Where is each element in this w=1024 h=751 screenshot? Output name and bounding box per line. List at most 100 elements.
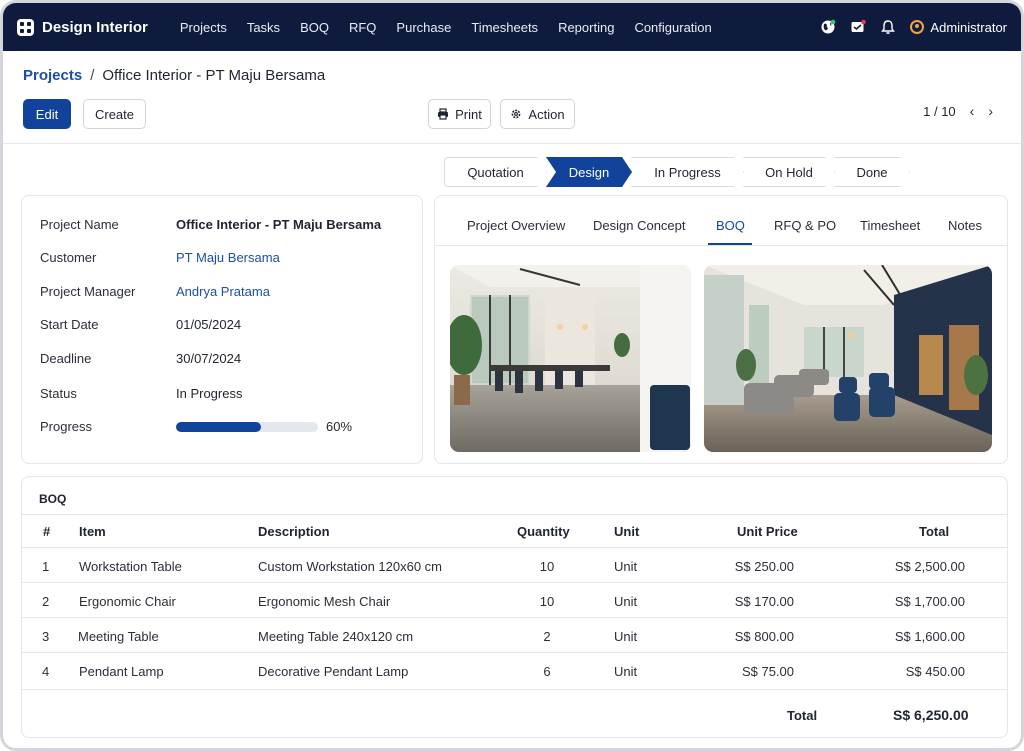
column-header-unit-price: Unit Price [737,524,798,539]
cell-unit-price: S$ 800.00 [734,629,794,644]
action-button-label: Action [528,106,565,122]
project-manager-link[interactable]: Andrya Pratama [176,284,270,299]
breadcrumb-current: Office Interior - PT Maju Bersama [102,67,326,84]
active-tab-indicator [708,243,752,245]
breadcrumb-projects[interactable]: Projects [23,67,82,84]
create-button-label: Create [94,106,135,122]
grid-logo-icon [17,18,34,36]
toolbar-divider [3,143,1021,144]
cell-unit: Unit [614,559,638,574]
design-image-open-office[interactable] [450,265,691,452]
tab-timesheet[interactable]: Timesheet [860,218,920,233]
table-divider [22,652,1007,653]
cell-total: S$ 1,700.00 [894,594,965,609]
column-header-total: Total [919,524,950,539]
stage-in-progress[interactable]: In Progress [631,157,744,187]
project-info-card: Project Name Office Interior - PT Maju B… [21,195,423,464]
column-header-item: Item [79,524,106,539]
cell-unit-price: S$ 250.00 [734,559,794,574]
progress-bar [176,422,318,432]
gear-icon [512,109,521,119]
cell-total: S$ 1,600.00 [894,629,965,644]
brand[interactable]: Design Interior [17,18,148,36]
cell-unit-price: S$ 75.00 [741,664,794,679]
cell-total: S$ 450.00 [905,664,965,679]
menu-item-timesheets[interactable]: Timesheets [461,20,548,35]
cell-item: Meeting Table [78,629,159,644]
tab-design-concept[interactable]: Design Concept [593,218,686,233]
customer-link[interactable]: PT Maju Bersama [176,250,280,265]
table-divider [22,582,1007,583]
menu-item-configuration[interactable]: Configuration [624,20,721,35]
stage-on-hold[interactable]: On Hold [743,157,835,187]
boq-table-card: BOQ # Item Description Quantity Unit Uni… [21,476,1008,738]
stage-design[interactable]: Design [546,157,632,187]
cell-unit-price: S$ 170.00 [734,594,794,609]
bell-icon[interactable] [880,19,896,35]
design-image-lounge[interactable] [704,265,992,452]
main-menu: Projects Tasks BOQ RFQ Purchase Timeshee… [170,20,722,35]
menu-item-tasks[interactable]: Tasks [237,20,290,35]
status-value: In Progress [176,386,243,401]
cell-quantity: 2 [543,629,551,644]
column-header-description: Description [258,524,330,539]
cell-number: 4 [42,664,50,679]
stage-quotation[interactable]: Quotation [444,157,547,187]
stage-pipeline: Quotation Design In Progress On Hold Don… [445,157,910,187]
field-progress: Progress 60% [40,419,352,434]
user-menu[interactable]: Administrator [910,20,1007,35]
tab-notes[interactable]: Notes [948,218,982,233]
tab-boq[interactable]: BOQ [716,218,745,233]
chevron-right-icon[interactable]: › [988,103,993,119]
cell-unit: Unit [614,664,638,679]
table-divider [22,547,1007,548]
cell-total: S$ 2,500.00 [894,559,965,574]
table-divider [22,617,1007,618]
tab-project-overview[interactable]: Project Overview [467,218,565,233]
edit-button[interactable]: Edit [23,99,71,129]
cell-item: Pendant Lamp [79,664,164,679]
project-name-value: Office Interior - PT Maju Bersama [176,217,382,232]
deadline-value: 30/07/2024 [176,351,242,366]
design-image-open-office-graphic [450,265,691,452]
cell-description: Decorative Pendant Lamp [258,664,409,679]
table-divider [22,514,1007,515]
field-label: Deadline [40,351,92,366]
menu-item-purchase[interactable]: Purchase [386,20,461,35]
column-header-unit: Unit [614,524,640,539]
field-deadline: Deadline 30/07/2024 [40,351,241,366]
field-label: Project Manager [40,284,136,299]
field-customer: Customer PT Maju Bersama [40,250,280,265]
field-label: Project Name [40,217,119,232]
column-header-number: # [43,524,51,539]
menu-item-boq[interactable]: BOQ [290,20,339,35]
tab-rfq-po[interactable]: RFQ & PO [774,218,836,233]
globe-icon[interactable] [820,19,836,35]
field-label: Start Date [40,317,99,332]
cell-description: Custom Workstation 120x60 cm [258,559,442,574]
field-project-manager: Project Manager Andrya Pratama [40,284,270,299]
app-title: Design Interior [42,18,148,36]
print-button[interactable]: Print [428,99,491,129]
progress-percent: 60% [326,419,353,434]
user-name: Administrator [930,19,1007,35]
cell-item: Workstation Table [79,559,182,574]
detail-panel: Project Overview Design Concept BOQ RFQ … [434,195,1008,464]
start-date-value: 01/05/2024 [176,317,242,332]
menu-item-rfq[interactable]: RFQ [339,20,386,35]
cell-quantity: 6 [543,664,551,679]
chevron-left-icon[interactable]: ‹ [970,103,975,119]
menu-item-reporting[interactable]: Reporting [548,20,624,35]
table-divider [22,689,1007,690]
cell-description: Ergonomic Mesh Chair [258,594,391,609]
boq-section-title: BOQ [39,492,67,506]
tab-bar: Project Overview Design Concept BOQ RFQ … [435,208,1007,246]
grand-total-value: S$ 6,250.00 [893,707,969,723]
stage-done[interactable]: Done [834,157,910,187]
action-button[interactable]: Action [500,99,575,129]
cell-quantity: 10 [539,559,555,574]
field-start-date: Start Date 01/05/2024 [40,317,241,332]
chat-icon[interactable] [850,19,867,35]
menu-item-projects[interactable]: Projects [170,20,237,35]
create-button[interactable]: Create [83,99,146,129]
